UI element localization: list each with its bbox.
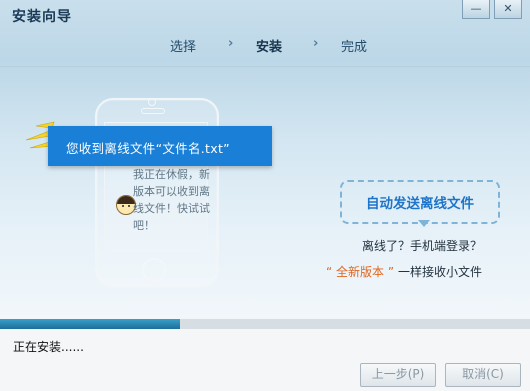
promo-badge-text: 自动发送离线文件 xyxy=(366,196,474,212)
step-indicator: 选择 › 安装 › 完成 xyxy=(0,36,530,58)
minimize-button[interactable]: — xyxy=(462,0,490,19)
promo-highlight: 全新版本 xyxy=(336,265,385,279)
step-separator: › xyxy=(228,36,234,51)
phone-camera-icon xyxy=(148,98,156,106)
quote-close: ” xyxy=(387,265,395,279)
close-button[interactable]: ✕ xyxy=(494,0,522,19)
promo-line-2-rest: 一样接收小文件 xyxy=(397,265,482,279)
window-title: 安装向导 xyxy=(12,9,72,25)
step-install: 安装 xyxy=(256,40,283,55)
title-bar: 安装向导 — ✕ xyxy=(0,0,530,32)
install-status: 正在安装...... xyxy=(13,340,84,354)
phone-speaker-icon xyxy=(141,108,165,114)
back-button[interactable]: 上一步(P) xyxy=(360,363,436,387)
promo-line-2: “ 全新版本 ” 一样接收小文件 xyxy=(326,263,482,280)
phone-home-button-icon xyxy=(142,258,166,282)
promo-badge: 自动发送离线文件 xyxy=(340,180,500,227)
step-select: 选择 xyxy=(170,40,197,55)
progress-bar xyxy=(0,319,530,329)
notification-text: 您收到离线文件“文件名.txt” xyxy=(66,141,230,156)
quote-open: “ xyxy=(326,265,333,279)
cancel-button[interactable]: 取消(C) xyxy=(445,363,521,387)
progress-fill xyxy=(0,319,181,329)
step-finish: 完成 xyxy=(341,40,368,55)
installer-window: 安装向导 — ✕ 选择 › 安装 › 完成 我正在休假，新版本可以收到离线文件！… xyxy=(0,0,530,391)
chat-message: 我正在休假，新版本可以收到离线文件！快试试吧！ xyxy=(133,168,210,232)
footer: 正在安装...... 上一步(P) 取消(C) xyxy=(0,329,530,391)
notification-banner: 您收到离线文件“文件名.txt” xyxy=(48,126,272,166)
header-divider xyxy=(0,66,530,67)
speech-tail-icon xyxy=(418,220,430,227)
step-separator: › xyxy=(313,36,319,51)
window-controls: — ✕ xyxy=(462,0,522,19)
promo-line-1: 离线了？手机端登录？ xyxy=(362,239,483,253)
